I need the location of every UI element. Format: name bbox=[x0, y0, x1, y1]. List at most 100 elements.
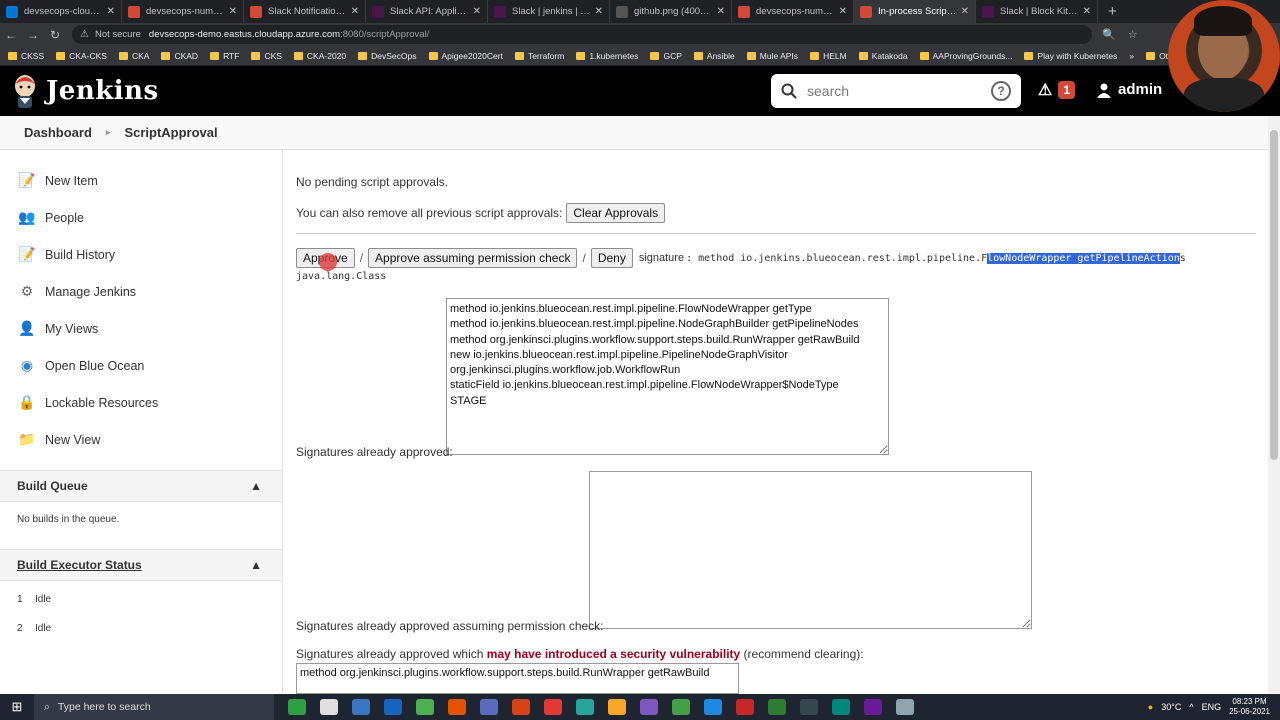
breadcrumb-script-approval[interactable]: ScriptApproval bbox=[124, 125, 217, 140]
url-input[interactable]: ⚠ Not secure devsecops-demo.eastus.cloud… bbox=[72, 25, 1092, 44]
security-alert[interactable]: ⚠ 1 bbox=[1038, 80, 1076, 100]
bookmark-item[interactable]: Terraform bbox=[514, 51, 564, 61]
tab-close-icon[interactable]: ✕ bbox=[229, 6, 237, 17]
bookmark-item[interactable]: Apigee2020Cert bbox=[428, 51, 503, 61]
browser-tab[interactable]: In-process Script App ✕ bbox=[854, 0, 976, 23]
page-scrollbar[interactable] bbox=[1268, 116, 1280, 694]
bookmark-item[interactable]: HELM bbox=[810, 51, 847, 61]
executor-status-title[interactable]: Build Executor Status bbox=[17, 558, 142, 572]
bookmark-item[interactable]: AAProvingGrounds... bbox=[919, 51, 1012, 61]
user-menu[interactable]: admin bbox=[1096, 81, 1162, 98]
tab-close-icon[interactable]: ✕ bbox=[595, 6, 603, 17]
taskbar-app-icon[interactable] bbox=[832, 699, 850, 715]
bookmark-item[interactable]: Mule APIs bbox=[746, 51, 798, 61]
taskbar-app-icon[interactable] bbox=[896, 699, 914, 715]
tab-close-icon[interactable]: ✕ bbox=[473, 6, 481, 17]
bookmark-item[interactable]: RTF bbox=[210, 51, 239, 61]
bookmark-item[interactable]: CKSS bbox=[8, 51, 44, 61]
sidebar-item[interactable]: 📁 New View bbox=[0, 421, 282, 458]
clear-approvals-button[interactable]: Clear Approvals bbox=[566, 203, 666, 223]
bookmark-item[interactable]: CKA-CKS bbox=[56, 51, 107, 61]
taskbar-app-icon[interactable] bbox=[864, 699, 882, 715]
browser-tab[interactable]: github.png (400×400) ✕ bbox=[610, 0, 732, 23]
tab-close-icon[interactable]: ✕ bbox=[351, 6, 359, 17]
bookmark-overflow-icon[interactable]: » bbox=[1129, 51, 1134, 61]
taskbar-app-icon[interactable] bbox=[448, 699, 466, 715]
build-queue-header[interactable]: Build Queue ▲ bbox=[0, 470, 282, 502]
sidebar-item[interactable]: 📝 New Item bbox=[0, 162, 282, 199]
bookmark-item[interactable]: CKS bbox=[251, 51, 282, 61]
taskbar-app-icon[interactable] bbox=[352, 699, 370, 715]
reload-icon[interactable]: ↻ bbox=[44, 28, 66, 42]
signature-text[interactable]: : method io.jenkins.blueocean.rest.impl.… bbox=[686, 252, 1186, 264]
taskbar-app-icon[interactable] bbox=[672, 699, 690, 715]
bookmark-item[interactable]: CKAD bbox=[161, 51, 198, 61]
sidebar-item[interactable]: 👤 My Views bbox=[0, 310, 282, 347]
taskbar-app-icon[interactable] bbox=[800, 699, 818, 715]
sidebar-item[interactable]: ◉ Open Blue Ocean bbox=[0, 347, 282, 384]
zoom-icon[interactable]: 🔍 bbox=[1102, 28, 1116, 41]
bookmark-item[interactable]: Ansible bbox=[693, 51, 735, 61]
sidebar-item[interactable]: ⚙ Manage Jenkins bbox=[0, 273, 282, 310]
browser-tab[interactable]: devsecops-numeric-a ✕ bbox=[122, 0, 244, 23]
bookmark-star-icon[interactable]: ☆ bbox=[1128, 28, 1138, 41]
taskbar-app-icon[interactable] bbox=[544, 699, 562, 715]
tray-chevron-icon[interactable]: ^ bbox=[1189, 702, 1193, 712]
bookmark-item[interactable]: DevSecOps bbox=[358, 51, 417, 61]
bookmark-item[interactable]: CKA bbox=[118, 51, 149, 61]
approve-button[interactable]: Approve bbox=[296, 248, 355, 268]
sidebar-item[interactable]: 📝 Build History bbox=[0, 236, 282, 273]
taskbar-app-icon[interactable] bbox=[768, 699, 786, 715]
tab-close-icon[interactable]: ✕ bbox=[107, 6, 115, 17]
vulnerable-signatures-textarea[interactable]: method org.jenkinsci.plugins.workflow.su… bbox=[296, 663, 739, 694]
browser-tab[interactable]: Slack API: Application ✕ bbox=[366, 0, 488, 23]
sidebar-item[interactable]: 👥 People bbox=[0, 199, 282, 236]
breadcrumb-dashboard[interactable]: Dashboard bbox=[24, 125, 92, 140]
collapse-icon[interactable]: ▲ bbox=[250, 558, 262, 572]
taskbar-search[interactable]: ⌕ Type here to search bbox=[34, 694, 274, 720]
tab-close-icon[interactable]: ✕ bbox=[1083, 6, 1091, 17]
browser-tab[interactable]: devsecops-cloud - Mi ✕ bbox=[0, 0, 122, 23]
bookmark-item[interactable]: Katakoda bbox=[858, 51, 908, 61]
approved-signatures-textarea[interactable]: method io.jenkins.blueocean.rest.impl.pi… bbox=[446, 298, 889, 455]
deny-button[interactable]: Deny bbox=[590, 248, 633, 268]
browser-tab[interactable]: devsecops-numeric-a ✕ bbox=[732, 0, 854, 23]
taskbar-app-icon[interactable] bbox=[736, 699, 754, 715]
sidebar-item[interactable]: 🔒 Lockable Resources bbox=[0, 384, 282, 421]
new-tab-button[interactable]: + bbox=[1098, 0, 1127, 23]
back-icon[interactable]: ← bbox=[0, 28, 22, 42]
collapse-icon[interactable]: ▲ bbox=[250, 479, 262, 493]
approve-assuming-permission-button[interactable]: Approve assuming permission check bbox=[368, 248, 578, 268]
windows-start-icon[interactable]: ⊞ bbox=[0, 699, 34, 715]
taskbar-app-icon[interactable] bbox=[704, 699, 722, 715]
executor-status-header[interactable]: Build Executor Status ▲ bbox=[0, 549, 282, 581]
taskbar-app-icon[interactable] bbox=[416, 699, 434, 715]
browser-tab[interactable]: Slack | Block Kit Builde ✕ bbox=[976, 0, 1098, 23]
help-icon[interactable]: ? bbox=[991, 81, 1011, 101]
search-input[interactable] bbox=[807, 83, 991, 99]
taskbar-app-icon[interactable] bbox=[576, 699, 594, 715]
forward-icon[interactable]: → bbox=[22, 28, 44, 42]
scrollbar-thumb[interactable] bbox=[1270, 130, 1278, 460]
taskbar-app-icon[interactable] bbox=[320, 699, 338, 715]
clock[interactable]: 08:23 PM 25-06-2021 bbox=[1229, 697, 1270, 717]
jenkins-title[interactable]: Jenkins bbox=[46, 76, 159, 106]
taskbar-app-icon[interactable] bbox=[480, 699, 498, 715]
tab-close-icon[interactable]: ✕ bbox=[839, 6, 847, 17]
tab-close-icon[interactable]: ✕ bbox=[717, 6, 725, 17]
bookmark-item[interactable]: GCP bbox=[650, 51, 682, 61]
taskbar-app-icon[interactable] bbox=[640, 699, 658, 715]
bookmark-item[interactable]: Play with Kubernetes bbox=[1024, 51, 1117, 61]
tab-close-icon[interactable]: ✕ bbox=[961, 6, 969, 17]
bookmark-item[interactable]: 1.kubernetes bbox=[576, 51, 638, 61]
taskbar-app-icon[interactable] bbox=[288, 699, 306, 715]
approved-permission-signatures-textarea[interactable] bbox=[589, 471, 1032, 629]
bookmark-item[interactable]: CKA-2020 bbox=[293, 51, 346, 61]
language[interactable]: ENG bbox=[1202, 702, 1222, 712]
browser-tab[interactable]: Slack | jenkins | devse ✕ bbox=[488, 0, 610, 23]
taskbar-app-icon[interactable] bbox=[512, 699, 530, 715]
browser-tab[interactable]: Slack Notification | Je ✕ bbox=[244, 0, 366, 23]
weather-temp[interactable]: 30°C bbox=[1161, 702, 1181, 712]
taskbar-app-icon[interactable] bbox=[608, 699, 626, 715]
jenkins-logo-icon[interactable] bbox=[12, 74, 38, 108]
